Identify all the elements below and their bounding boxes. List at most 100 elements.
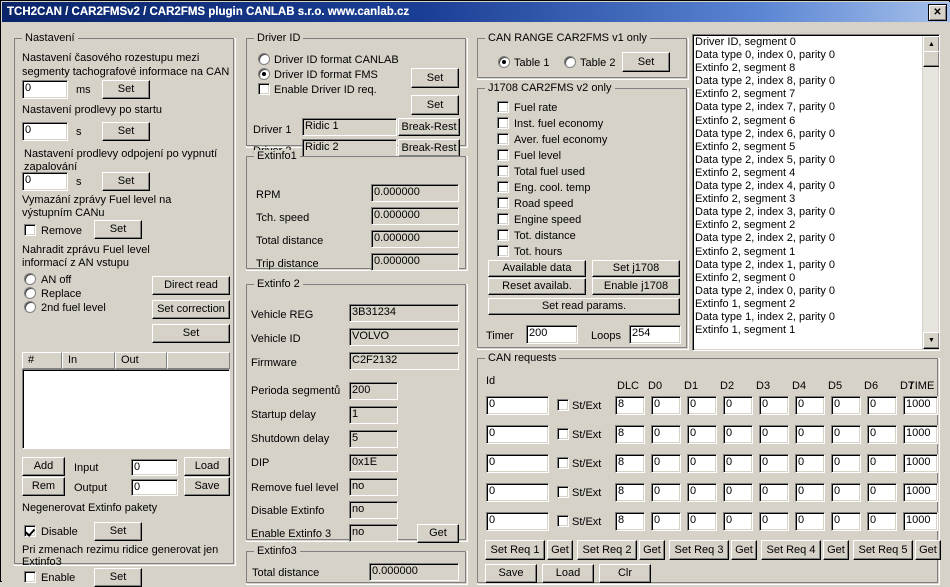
log-line[interactable]: Driver ID, segment 0 [695,36,922,49]
driver-id-set2-button[interactable]: Set [411,95,459,115]
can-request-d6-input[interactable]: 0 [867,425,897,444]
rem-button[interactable]: Rem [22,477,65,496]
can-request-d4-input[interactable]: 0 [795,425,825,444]
log-line[interactable]: Data type 2, index 0, parity 0 [695,285,922,298]
can-request-d6-input[interactable]: 0 [867,454,897,473]
radio-table-2[interactable] [564,56,576,68]
input-value-field[interactable]: 0 [131,459,178,476]
can-request-d5-input[interactable]: 0 [831,512,861,531]
can-request-d5-input[interactable]: 0 [831,396,861,415]
radio-replace[interactable] [24,287,36,299]
io-grid-header-cell[interactable]: In [62,352,115,369]
checkbox-road-speed[interactable] [497,197,509,209]
save-requests-button[interactable]: Save [485,564,537,583]
available-data-button[interactable]: Available data [488,260,586,277]
get-req-2-button[interactable]: Get [639,540,665,560]
driver1-value-field[interactable]: Ridic 1 [302,118,397,136]
can-request-dlc-input[interactable]: 8 [615,512,645,531]
checkbox-eng-cool-temp[interactable] [497,181,509,193]
can-request-d5-input[interactable]: 0 [831,483,861,502]
disable-checkbox[interactable] [24,525,36,537]
can-request-d0-input[interactable]: 0 [651,454,681,473]
can-request-d1-input[interactable]: 0 [687,512,717,531]
extinfo2-get-button[interactable]: Get [417,524,459,543]
can-request-dlc-input[interactable]: 8 [615,425,645,444]
can-request-d1-input[interactable]: 0 [687,483,717,502]
log-scrollbar[interactable]: ▲ ▼ [922,36,939,349]
can-request-d3-input[interactable]: 0 [759,454,789,473]
driver-id-set1-button[interactable]: Set [411,68,459,88]
can-request-d0-input[interactable]: 0 [651,425,681,444]
can-request-d0-input[interactable]: 0 [651,396,681,415]
load-io-button[interactable]: Load [184,457,230,476]
save-io-button[interactable]: Save [184,477,230,496]
checkbox-aver-fuel-economy[interactable] [497,133,509,145]
log-line[interactable]: Data type 2, index 8, parity 0 [695,75,922,88]
timer-input[interactable]: 200 [526,325,578,344]
set-req-4-button[interactable]: Set Req 4 [761,540,821,560]
can-request-d3-input[interactable]: 0 [759,483,789,502]
can-request-d6-input[interactable]: 0 [867,396,897,415]
can-request-id-input[interactable]: 0 [486,396,549,415]
add-button[interactable]: Add [22,457,65,476]
set-req-2-button[interactable]: Set Req 2 [577,540,637,560]
log-line[interactable]: Extinfo 2, segment 7 [695,88,922,101]
shutdown-value-input[interactable]: 0 [22,172,68,191]
can-request-d5-input[interactable]: 0 [831,425,861,444]
can-request-d3-input[interactable]: 0 [759,396,789,415]
log-line[interactable]: Extinfo 2, segment 6 [695,115,922,128]
can-request-dlc-input[interactable]: 8 [615,396,645,415]
close-button[interactable]: ✕ [928,4,947,21]
can-request-d0-input[interactable]: 0 [651,483,681,502]
checkbox-total-fuel-used[interactable] [497,165,509,177]
can-request-id-input[interactable]: 0 [486,425,549,444]
log-line[interactable]: Data type 2, index 6, parity 0 [695,128,922,141]
log-line[interactable]: Data type 2, index 1, parity 0 [695,259,922,272]
checkbox-inst-fuel-economy[interactable] [497,117,509,129]
can-request-stext-checkbox[interactable] [557,428,569,440]
io-grid-header-cell[interactable] [167,352,230,369]
get-req-3-button[interactable]: Get [731,540,757,560]
shutdown-set-button[interactable]: Set [102,172,150,191]
can-request-d2-input[interactable]: 0 [723,512,753,531]
can-request-time-input[interactable]: 1000 [903,483,938,502]
can-request-time-input[interactable]: 1000 [903,425,938,444]
can-request-d3-input[interactable]: 0 [759,512,789,531]
checkbox-engine-speed[interactable] [497,213,509,225]
load-requests-button[interactable]: Load [542,564,594,583]
log-line[interactable]: Extinfo 2, segment 1 [695,246,922,259]
log-line[interactable]: Extinfo 2, segment 5 [695,141,922,154]
can-request-id-input[interactable]: 0 [486,512,549,531]
can-request-stext-checkbox[interactable] [557,399,569,411]
get-req-4-button[interactable]: Get [823,540,849,560]
checkbox-tot-hours[interactable] [497,245,509,257]
log-listbox[interactable]: Driver ID, segment 0 Data type 0, index … [692,34,940,351]
can-request-d1-input[interactable]: 0 [687,454,717,473]
can-request-time-input[interactable]: 1000 [903,512,938,531]
set-an-button[interactable]: Set [152,324,230,343]
can-request-dlc-input[interactable]: 8 [615,483,645,502]
scrollbar-thumb[interactable] [923,51,939,67]
can-request-d2-input[interactable]: 0 [723,425,753,444]
checkbox-fuel-level[interactable] [497,149,509,161]
radio-an-off[interactable] [24,273,36,285]
io-grid-body[interactable] [22,369,230,449]
log-line[interactable]: Extinfo 2, segment 4 [695,167,922,180]
radio-driver-id-fms[interactable] [258,68,270,80]
log-line[interactable]: Data type 2, index 4, parity 0 [695,180,922,193]
enable-extinfo3-checkbox[interactable] [24,571,36,583]
can-request-dlc-input[interactable]: 8 [615,454,645,473]
log-line[interactable]: Data type 2, index 7, parity 0 [695,101,922,114]
checkbox-fuel-rate[interactable] [497,101,509,113]
disable-set-button[interactable]: Set [94,522,142,541]
can-request-d6-input[interactable]: 0 [867,512,897,531]
direct-read-button[interactable]: Direct read [152,276,230,295]
set-correction-button[interactable]: Set correction [152,300,230,319]
get-req-5-button[interactable]: Get [915,540,941,560]
log-line[interactable]: Data type 2, index 3, parity 0 [695,206,922,219]
checkbox-tot-distance[interactable] [497,229,509,241]
can-request-d2-input[interactable]: 0 [723,396,753,415]
radio-2nd-fuel-level[interactable] [24,301,36,313]
scroll-down-icon[interactable]: ▼ [923,332,939,349]
log-line[interactable]: Extinfo 2, segment 0 [695,272,922,285]
